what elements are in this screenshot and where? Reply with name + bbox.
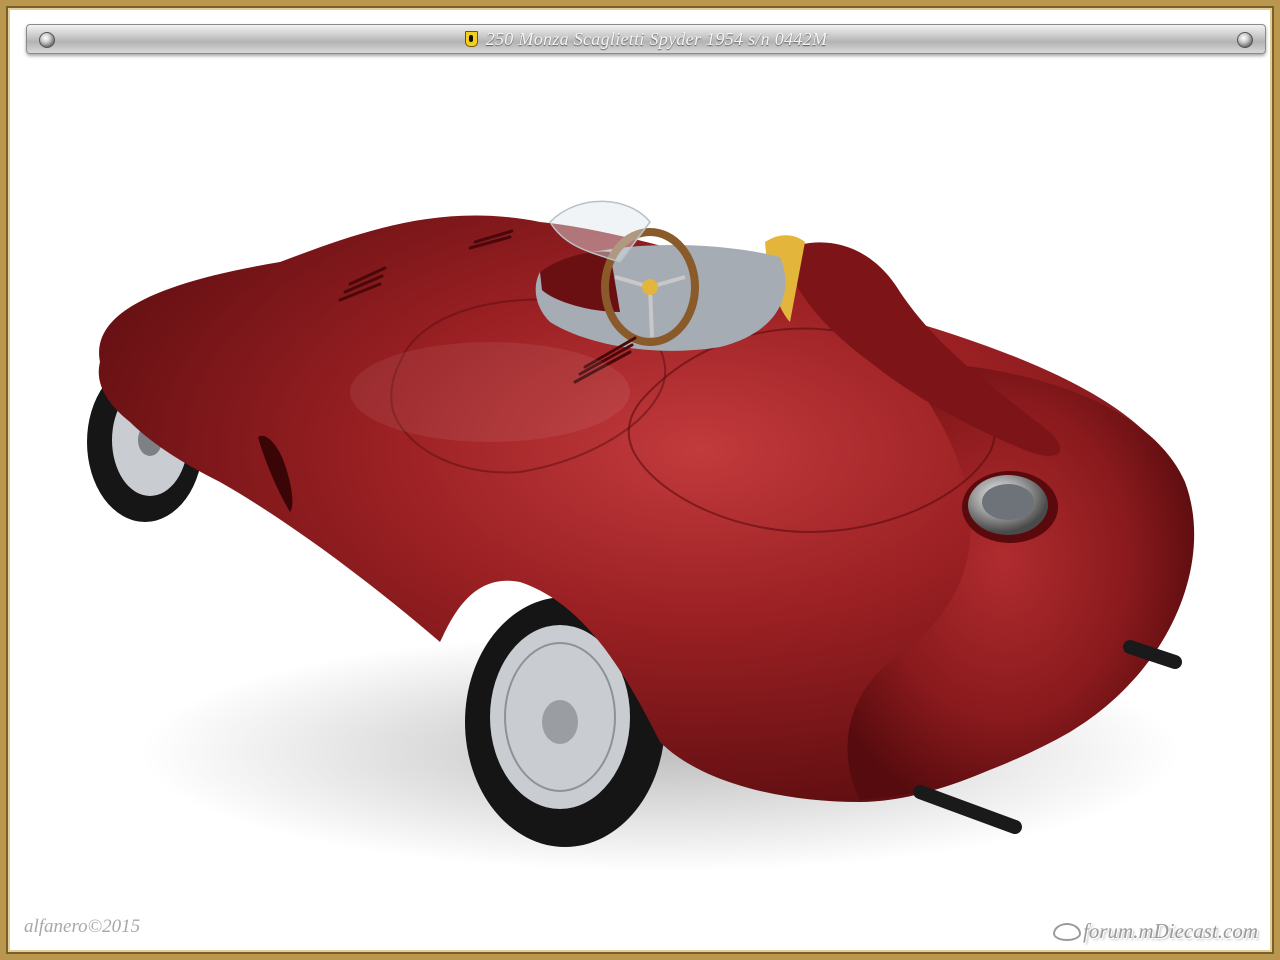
prancing-horse-shield-icon — [464, 31, 478, 47]
car-photo — [87, 200, 1195, 872]
title-text: 250 Monza Scaglietti Spyder 1954 s/n 044… — [485, 29, 828, 49]
site-watermark: forum.mDiecast.com — [1053, 919, 1258, 944]
screw-icon — [1237, 32, 1253, 48]
site-name: forum.mDiecast.com — [1083, 919, 1258, 943]
forum-logo-icon — [1053, 923, 1082, 941]
page-title: 250 Monza Scaglietti Spyder 1954 s/n 044… — [27, 29, 1265, 50]
title-bar: 250 Monza Scaglietti Spyder 1954 s/n 044… — [26, 24, 1266, 54]
picture-frame: 250 Monza Scaglietti Spyder 1954 s/n 044… — [0, 0, 1280, 960]
fuel-cap — [962, 471, 1058, 543]
body-highlight — [350, 342, 630, 442]
copyright-watermark: alfanero©2015 — [24, 916, 141, 937]
